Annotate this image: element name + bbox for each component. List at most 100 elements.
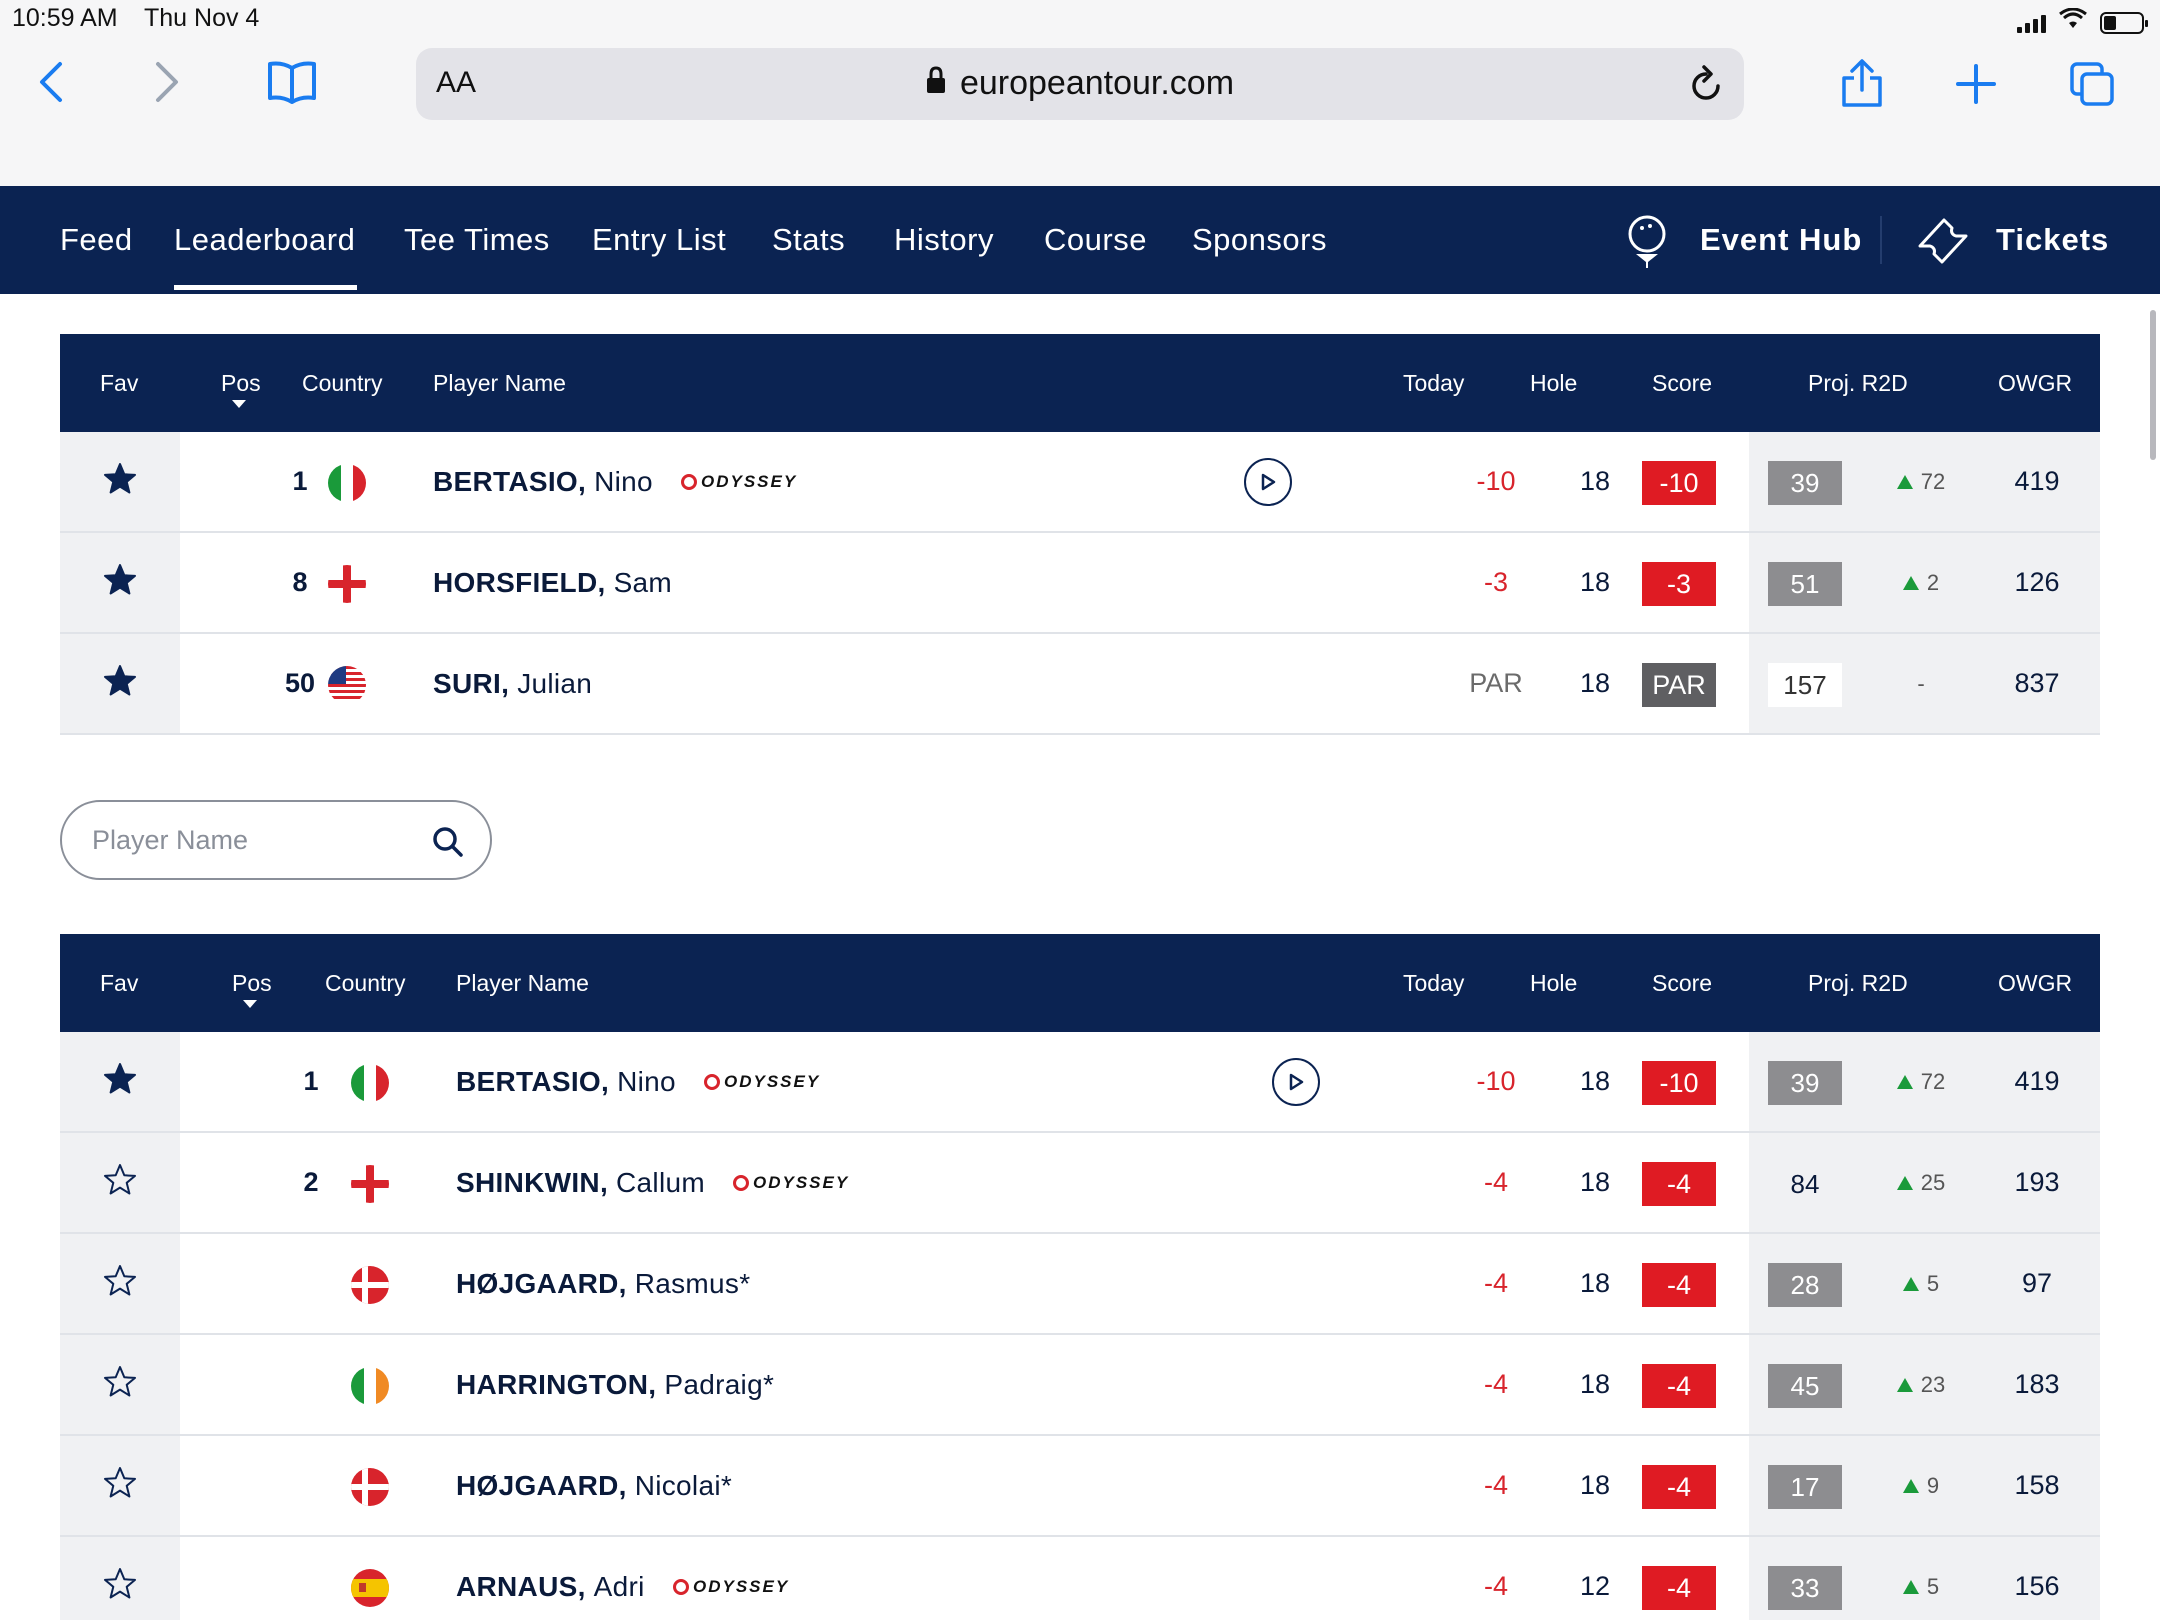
today-score: -4 [1483, 1167, 1508, 1197]
table-row[interactable]: HØJGAARD, Rasmus* -4 18 -4 28 5 97 [60, 1234, 2100, 1335]
fav-cell[interactable] [60, 634, 180, 733]
tabs-icon[interactable] [2068, 60, 2116, 108]
nav-tickets[interactable]: Tickets [1996, 222, 2109, 258]
position-movement: 2 [1876, 533, 1966, 632]
player-name[interactable]: HØJGAARD, Rasmus* [456, 1234, 750, 1333]
arrow-up-icon [1896, 1175, 1913, 1190]
position: 2 [303, 1167, 319, 1197]
table-row[interactable]: HØJGAARD, Nicolai* -4 18 -4 17 9 158 [60, 1436, 2100, 1537]
col-owgr: OWGR [1998, 370, 2073, 396]
fav-cell[interactable] [60, 1234, 180, 1333]
star-outline-icon[interactable] [103, 1163, 137, 1202]
player-firstname: Rasmus* [634, 1267, 751, 1299]
owgr: 193 [1974, 1133, 2100, 1232]
position [281, 1234, 341, 1333]
status-bar: 10:59 AM Thu Nov 4 [0, 0, 2160, 40]
player-name[interactable]: ARNAUS, Adri [456, 1537, 645, 1620]
player-surname: HØJGAARD, [456, 1469, 627, 1501]
star-outline-icon[interactable] [103, 1567, 137, 1606]
new-tab-icon[interactable] [1956, 64, 1996, 104]
nav-stats[interactable]: Stats [772, 222, 845, 258]
star-outline-icon[interactable] [103, 1264, 137, 1303]
italy-flag-icon [351, 1064, 389, 1102]
fav-cell[interactable] [60, 1436, 180, 1535]
table-row[interactable]: 8 HORSFIELD, Sam -3 18 -3 51 2 126 [60, 533, 2100, 634]
player-firstname: Adri [593, 1570, 645, 1602]
movement-value: 5 [1926, 1573, 1940, 1599]
total-score-badge: PAR [1642, 663, 1716, 707]
nav-entry-list[interactable]: Entry List [592, 222, 726, 258]
table-row[interactable]: 1 BERTASIO, Nino ODYSSEY -10 18 -10 39 72 419 [60, 1032, 2100, 1133]
back-icon[interactable] [36, 60, 66, 104]
today-score: -3 [1483, 567, 1508, 597]
player-name[interactable]: SHINKWIN, Callum [456, 1133, 705, 1232]
cellular-signal-icon [2017, 13, 2046, 33]
position-movement: 5 [1876, 1234, 1966, 1333]
fav-cell[interactable] [60, 1133, 180, 1232]
star-filled-icon[interactable] [103, 563, 137, 602]
col-pos[interactable]: Pos [232, 970, 272, 997]
usa-flag-icon [328, 666, 366, 704]
forward-icon[interactable] [152, 60, 182, 104]
search-input[interactable] [92, 820, 422, 860]
table-row[interactable]: 1 BERTASIO, Nino ODYSSEY -10 18 -10 39 72 419 [60, 432, 2100, 533]
play-video-icon[interactable] [1272, 1058, 1320, 1106]
player-name[interactable]: BERTASIO, Nino [456, 1032, 676, 1131]
page-scrollbar[interactable] [2150, 310, 2156, 460]
projected-position: 45 [1768, 1364, 1842, 1408]
movement-value: 2 [1926, 569, 1940, 595]
nav-sponsors[interactable]: Sponsors [1192, 222, 1327, 258]
star-outline-icon[interactable] [103, 1365, 137, 1404]
star-outline-icon[interactable] [103, 1466, 137, 1505]
bookmarks-icon[interactable] [266, 60, 318, 104]
total-score-badge: -3 [1642, 562, 1716, 606]
share-icon[interactable] [1840, 58, 1884, 108]
col-score: Score [1652, 370, 1713, 396]
table-row[interactable]: HARRINGTON, Padraig* -4 18 -4 45 23 183 [60, 1335, 2100, 1436]
player-name[interactable]: HØJGAARD, Nicolai* [456, 1436, 732, 1535]
today-score: -4 [1483, 1268, 1508, 1298]
position [281, 1436, 341, 1535]
table-row[interactable]: ARNAUS, Adri ODYSSEY -4 12 -4 33 5 156 [60, 1537, 2100, 1620]
search-icon[interactable] [432, 826, 464, 863]
url-bar[interactable]: AA europeantour.com [416, 48, 1744, 120]
fav-cell[interactable] [60, 1537, 180, 1620]
nav-event-hub[interactable]: Event Hub [1700, 222, 1862, 258]
player-name[interactable]: HORSFIELD, Sam [433, 533, 672, 632]
col-pos[interactable]: Pos [221, 370, 261, 397]
table-row[interactable]: 2 SHINKWIN, Callum ODYSSEY -4 18 -4 84 25 193 [60, 1133, 2100, 1234]
arrow-up-icon [1896, 1074, 1913, 1089]
nav-history[interactable]: History [894, 222, 994, 258]
fav-cell[interactable] [60, 432, 180, 531]
sponsor-logo: ODYSSEY [673, 1537, 789, 1620]
projected-position: 39 [1768, 1061, 1842, 1105]
nav-course[interactable]: Course [1044, 222, 1147, 258]
fav-cell[interactable] [60, 1032, 180, 1131]
player-name[interactable]: SURI, Julian [433, 634, 592, 733]
col-score: Score [1652, 970, 1713, 996]
nav-leaderboard[interactable]: Leaderboard [174, 222, 355, 258]
col-today: Today [1403, 370, 1465, 396]
play-video-icon[interactable] [1244, 458, 1292, 506]
star-filled-icon[interactable] [103, 664, 137, 703]
fav-cell[interactable] [60, 1335, 180, 1434]
player-name[interactable]: HARRINGTON, Padraig* [456, 1335, 774, 1434]
owgr: 158 [1974, 1436, 2100, 1535]
total-score-badge: -4 [1642, 1263, 1716, 1307]
nav-tee-times[interactable]: Tee Times [404, 222, 550, 258]
wifi-icon [2058, 7, 2088, 37]
reload-icon[interactable] [1688, 64, 1724, 107]
sponsor-ring-icon [733, 1174, 749, 1191]
total-score-badge: -4 [1642, 1364, 1716, 1408]
star-filled-icon[interactable] [103, 462, 137, 501]
battery-icon [2100, 11, 2148, 34]
arrow-up-icon [1902, 575, 1919, 590]
sponsor-ring-icon [681, 473, 697, 490]
nav-feed[interactable]: Feed [60, 222, 133, 258]
player-name[interactable]: BERTASIO, Nino [433, 432, 653, 531]
table-row[interactable]: 50 SURI, Julian PAR 18 PAR 157 - 837 [60, 634, 2100, 735]
star-filled-icon[interactable] [103, 1062, 137, 1101]
sponsor-logo: ODYSSEY [704, 1032, 820, 1131]
fav-cell[interactable] [60, 533, 180, 632]
hole: 18 [1579, 567, 1611, 597]
